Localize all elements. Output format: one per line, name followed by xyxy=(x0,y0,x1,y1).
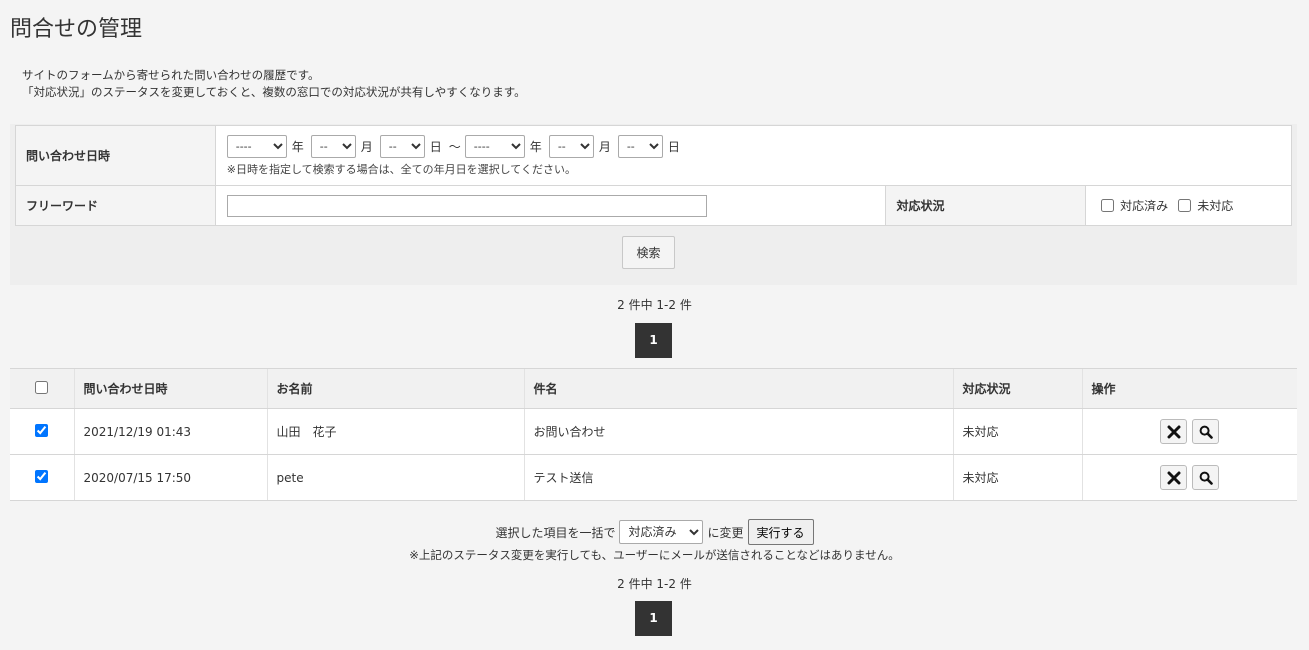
row-actions xyxy=(1081,408,1297,455)
freeword-cell xyxy=(214,185,887,226)
row-checkbox[interactable] xyxy=(35,423,49,437)
status-todo-label: 未対応 xyxy=(1197,199,1234,213)
search-icon xyxy=(1199,471,1213,485)
to-year-select[interactable]: ---- xyxy=(464,134,525,158)
select-all-checkbox[interactable] xyxy=(35,380,49,394)
bulk-prefix: 選択した項目を一括で xyxy=(495,525,616,540)
date-range: ---- 年 -- 月 -- 日 ～ ---- 年 -- 月 -- 日 xyxy=(226,134,1290,158)
range-separator: ～ xyxy=(448,139,461,154)
bulk-action: 選択した項目を一括で 対応済み に変更 実行する xyxy=(0,519,1309,545)
row-datetime: 2020/07/15 17:50 xyxy=(73,454,267,501)
status-filter-cell: 対応済み 未対応 xyxy=(1085,185,1292,226)
status-filter: 対応済み 未対応 xyxy=(1101,197,1290,214)
bulk-note: ※上記のステータス変更を実行しても、ユーザーにメールが送信されることなどはありま… xyxy=(409,548,900,562)
year-unit: 年 xyxy=(529,139,542,154)
pagination-page-current-bottom[interactable]: 1 xyxy=(635,601,672,636)
date-note: ※日時を指定して検索する場合は、全ての年月日を選択してください。 xyxy=(226,162,576,176)
status-label: 対応状況 xyxy=(885,185,1087,226)
from-month-select[interactable]: -- xyxy=(310,134,356,158)
search-form: 問い合わせ日時 ---- 年 -- 月 -- 日 ～ ---- 年 -- 月 -… xyxy=(15,125,1293,226)
delete-button[interactable] xyxy=(1160,419,1188,444)
column-header-datetime: 問い合わせ日時 xyxy=(73,368,267,409)
day-unit: 日 xyxy=(429,139,442,154)
date-label: 問い合わせ日時 xyxy=(15,125,216,186)
row-datetime: 2021/12/19 01:43 xyxy=(73,408,267,455)
execute-button[interactable]: 実行する xyxy=(747,519,814,545)
row-select-cell xyxy=(10,454,74,501)
row-status: 未対応 xyxy=(952,408,1082,455)
column-header-actions: 操作 xyxy=(1081,368,1297,409)
page-title: 問合せの管理 xyxy=(10,17,143,42)
bulk-suffix: に変更 xyxy=(707,525,744,540)
from-year-select[interactable]: ---- xyxy=(226,134,287,158)
table-header: 問い合わせ日時 お名前 件名 対応状況 操作 xyxy=(10,368,1297,409)
month-unit: 月 xyxy=(360,139,373,154)
year-unit: 年 xyxy=(291,139,304,154)
close-icon xyxy=(1167,471,1181,484)
row-status: 未対応 xyxy=(952,454,1082,501)
page: 問合せの管理 サイトのフォームから寄せられた問い合わせの履歴です。 「対応状況」… xyxy=(0,0,1309,650)
row-actions xyxy=(1081,454,1297,501)
status-todo-checkbox[interactable] xyxy=(1178,199,1192,212)
row-name: pete xyxy=(266,454,524,501)
table-row: 2021/12/19 01:43 山田 花子 お問い合わせ 未対応 xyxy=(10,408,1297,455)
page-description: サイトのフォームから寄せられた問い合わせの履歴です。 「対応状況」のステータスを… xyxy=(22,67,526,101)
result-count: 2 件中 1-2 件 xyxy=(617,298,692,312)
view-button[interactable] xyxy=(1192,465,1220,490)
to-month-select[interactable]: -- xyxy=(548,134,594,158)
from-day-select[interactable]: -- xyxy=(379,134,425,158)
row-checkbox[interactable] xyxy=(35,469,49,483)
search-icon xyxy=(1199,425,1213,439)
close-icon xyxy=(1167,425,1181,438)
date-range-cell: ---- 年 -- 月 -- 日 ～ ---- 年 -- 月 -- 日 ※日時を… xyxy=(214,125,1293,186)
inquiry-table: 問い合わせ日時 お名前 件名 対応状況 操作 2021/12/19 01:43 … xyxy=(10,368,1297,501)
description-line: サイトのフォームから寄せられた問い合わせの履歴です。 xyxy=(22,68,320,82)
status-done-label: 対応済み xyxy=(1120,199,1169,213)
column-header-status: 対応状況 xyxy=(952,368,1082,409)
column-header-subject: 件名 xyxy=(523,368,953,409)
to-day-select[interactable]: -- xyxy=(617,134,663,158)
table-row: 2020/07/15 17:50 pete テスト送信 未対応 xyxy=(10,454,1297,501)
delete-button[interactable] xyxy=(1160,465,1188,490)
day-unit: 日 xyxy=(667,139,680,154)
row-name: 山田 花子 xyxy=(266,408,524,455)
bulk-status-select[interactable]: 対応済み xyxy=(619,520,704,544)
row-subject: お問い合わせ xyxy=(523,408,953,455)
view-button[interactable] xyxy=(1192,419,1220,444)
row-subject: テスト送信 xyxy=(523,454,953,501)
freeword-label: フリーワード xyxy=(15,185,216,226)
row-select-cell xyxy=(10,408,74,455)
select-all-cell xyxy=(10,368,74,409)
result-count-bottom: 2 件中 1-2 件 xyxy=(617,577,692,591)
status-done-checkbox[interactable] xyxy=(1101,199,1115,212)
search-button[interactable]: 検索 xyxy=(622,236,675,269)
month-unit: 月 xyxy=(598,139,611,154)
pagination-page-current[interactable]: 1 xyxy=(635,323,672,358)
column-header-name: お名前 xyxy=(266,368,524,409)
description-line: 「対応状況」のステータスを変更しておくと、複数の窓口での対応状況が共有しやすくな… xyxy=(22,85,526,99)
freeword-input[interactable] xyxy=(226,194,707,217)
